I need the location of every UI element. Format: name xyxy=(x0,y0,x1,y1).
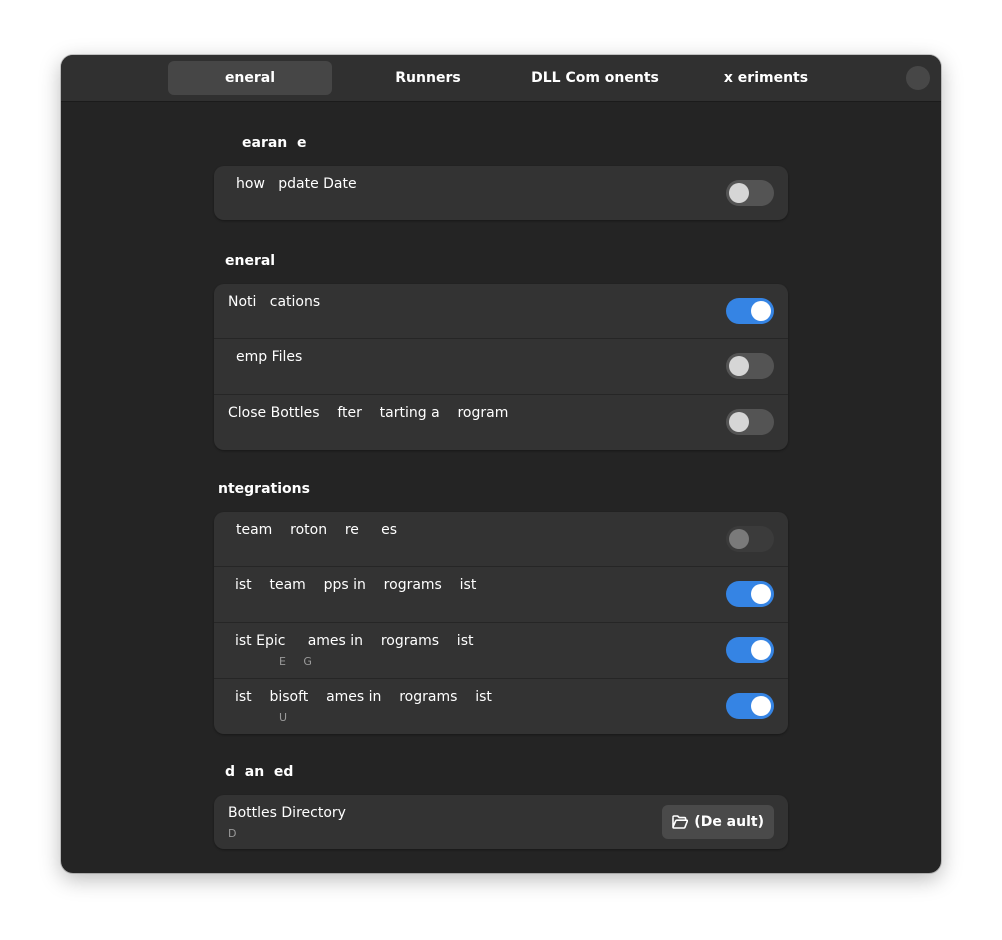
tab-general[interactable]: eneral xyxy=(168,61,332,95)
section-title-appearance: earan e xyxy=(242,135,307,151)
row-temp-files: emp Files xyxy=(214,338,788,394)
integrations-group: team roton re es ist team pps in rograms… xyxy=(214,512,788,734)
notifications-switch[interactable] xyxy=(726,298,774,324)
row-title: ist bisoft ames in rograms ist xyxy=(235,689,492,705)
row-notifications: Noti cations xyxy=(214,284,788,338)
section-title-general: eneral xyxy=(225,253,276,269)
ubisoft-games-switch[interactable] xyxy=(726,693,774,719)
row-title: emp Files xyxy=(236,349,303,365)
steam-apps-switch[interactable] xyxy=(726,581,774,607)
switch-knob xyxy=(751,584,771,604)
temp-files-switch[interactable] xyxy=(726,353,774,379)
close-bottles-switch[interactable] xyxy=(726,409,774,435)
choose-directory-button[interactable]: (De ault) xyxy=(662,805,774,839)
steam-proton-switch[interactable] xyxy=(726,526,774,552)
folder-open-icon xyxy=(672,815,689,829)
general-group: Noti cations emp Files Close Bottles fte… xyxy=(214,284,788,450)
close-window-button[interactable] xyxy=(906,66,930,90)
row-list-epic-games: ist Epic ames in rograms ist E G xyxy=(214,622,788,678)
row-title: ist team pps in rograms ist xyxy=(235,577,477,593)
tab-experiments[interactable]: x eriments xyxy=(701,61,831,95)
row-title: Bottles Directory xyxy=(228,805,346,821)
epic-games-switch[interactable] xyxy=(726,637,774,663)
row-title: Close Bottles fter tarting a rogram xyxy=(228,405,509,421)
row-subtitle: U xyxy=(279,711,288,724)
row-bottles-directory: Bottles Directory D (De ault) xyxy=(214,795,788,849)
row-title: ist Epic ames in rograms ist xyxy=(235,633,474,649)
section-title-integrations: ntegrations xyxy=(218,481,310,497)
switch-knob xyxy=(729,183,749,203)
switch-knob xyxy=(729,356,749,376)
switch-knob xyxy=(751,640,771,660)
row-list-steam-apps: ist team pps in rograms ist xyxy=(214,566,788,622)
row-title: how pdate Date xyxy=(236,176,357,192)
row-close-bottles: Close Bottles fter tarting a rogram xyxy=(214,394,788,450)
section-title-advanced: d an ed xyxy=(225,764,294,780)
preferences-window: eneral Runners DLL Com onents x eriments… xyxy=(61,55,941,873)
choose-directory-label: (De ault) xyxy=(694,814,764,830)
row-title: team roton re es xyxy=(236,522,398,538)
switch-knob xyxy=(751,301,771,321)
switch-knob xyxy=(729,412,749,432)
row-steam-proton-prefixes: team roton re es xyxy=(214,512,788,566)
row-show-update-date: how pdate Date xyxy=(214,166,788,220)
row-list-ubisoft-games: ist bisoft ames in rograms ist U xyxy=(214,678,788,734)
header-bar: eneral Runners DLL Com onents x eriments xyxy=(61,55,941,102)
row-subtitle: E G xyxy=(279,655,312,668)
tab-runners[interactable]: Runners xyxy=(361,61,495,95)
tab-dll-components[interactable]: DLL Com onents xyxy=(516,61,674,95)
switch-knob xyxy=(729,529,749,549)
advanced-group: Bottles Directory D (De ault) xyxy=(214,795,788,849)
row-title: Noti cations xyxy=(228,294,321,310)
switch-knob xyxy=(751,696,771,716)
row-subtitle: D xyxy=(228,827,237,840)
show-update-date-switch[interactable] xyxy=(726,180,774,206)
appearance-group: how pdate Date xyxy=(214,166,788,220)
